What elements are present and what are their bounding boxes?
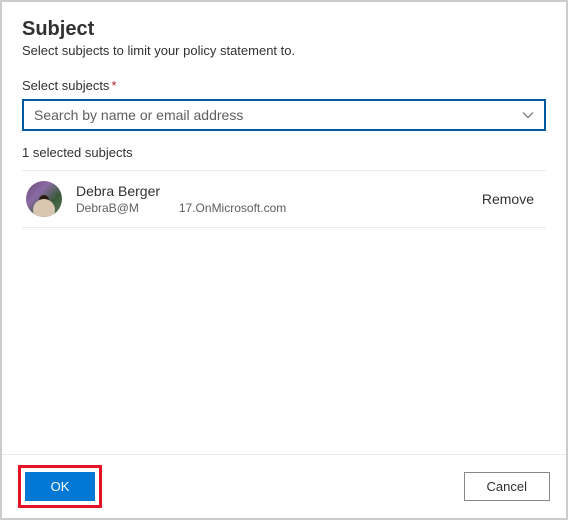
ok-highlight-box: OK: [18, 465, 102, 508]
chevron-down-icon[interactable]: [522, 109, 534, 121]
avatar: [26, 181, 62, 217]
search-input[interactable]: Search by name or email address: [22, 99, 546, 131]
subject-email: DebraB@M17.OnMicrosoft.com: [76, 201, 474, 215]
page-title: Subject: [22, 18, 546, 41]
selected-list: Debra Berger DebraB@M17.OnMicrosoft.com …: [22, 170, 546, 228]
select-subjects-label: Select subjects*: [22, 78, 546, 93]
cancel-button[interactable]: Cancel: [464, 472, 550, 501]
required-marker: *: [111, 78, 116, 93]
remove-button[interactable]: Remove: [474, 187, 542, 211]
search-placeholder: Search by name or email address: [34, 107, 522, 123]
selected-count: 1 selected subjects: [22, 145, 546, 160]
page-subtitle: Select subjects to limit your policy sta…: [22, 43, 546, 58]
ok-button[interactable]: OK: [25, 472, 95, 501]
subject-name: Debra Berger: [76, 183, 474, 199]
dialog-footer: OK Cancel: [2, 454, 566, 518]
list-item: Debra Berger DebraB@M17.OnMicrosoft.com …: [22, 171, 546, 228]
